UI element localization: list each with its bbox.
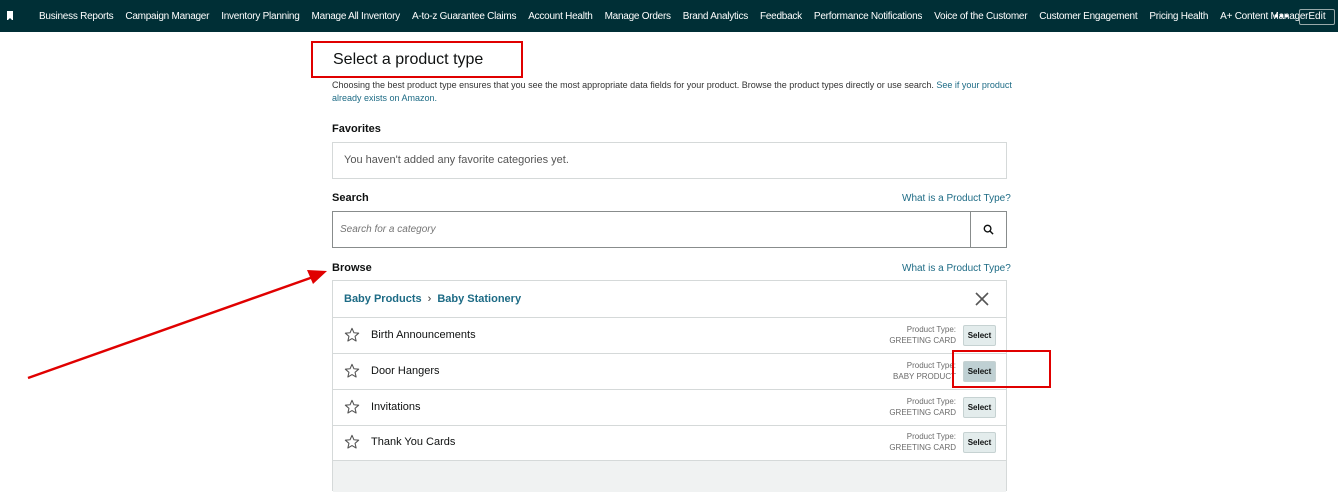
search-label: Search: [332, 192, 369, 204]
close-icon[interactable]: [974, 291, 990, 307]
product-type-info: Product Type: GREETING CARD: [889, 431, 956, 453]
nav-pricing-health[interactable]: Pricing Health: [1149, 11, 1208, 22]
select-button[interactable]: Select: [963, 432, 996, 453]
browse-footer-area: [333, 461, 1006, 492]
search-icon: [983, 224, 994, 235]
product-type-row: Door Hangers Product Type: BABY PRODUCT …: [333, 354, 1006, 390]
star-icon[interactable]: [344, 327, 360, 343]
product-type-label: Product Type:: [906, 432, 956, 441]
row-name: Birth Announcements: [371, 329, 476, 341]
page-description: Choosing the best product type ensures t…: [332, 79, 1012, 105]
bookmark-icon[interactable]: [7, 11, 13, 21]
product-type-row: Invitations Product Type: GREETING CARD …: [333, 390, 1006, 426]
row-name: Thank You Cards: [371, 436, 456, 448]
nav-performance-notifications[interactable]: Performance Notifications: [814, 11, 923, 22]
nav-customer-engagement[interactable]: Customer Engagement: [1039, 11, 1137, 22]
star-icon[interactable]: [344, 434, 360, 450]
select-button[interactable]: Select: [963, 397, 996, 418]
product-type-value: GREETING CARD: [889, 336, 956, 345]
description-text: Choosing the best product type ensures t…: [332, 80, 934, 90]
favorites-label: Favorites: [332, 123, 381, 135]
product-type-value: BABY PRODUCT: [893, 372, 956, 381]
search-field: [332, 211, 1007, 248]
browse-help-link[interactable]: What is a Product Type?: [902, 263, 1011, 274]
nav-campaign-manager[interactable]: Campaign Manager: [125, 11, 209, 22]
nav-manage-orders[interactable]: Manage Orders: [605, 11, 671, 22]
browse-panel: Baby Products › Baby Stationery Birth An…: [332, 280, 1007, 492]
nav-a-to-z-claims[interactable]: A-to-z Guarantee Claims: [412, 11, 517, 22]
nav-brand-analytics[interactable]: Brand Analytics: [683, 11, 748, 22]
annotation-highlight-box: [311, 41, 523, 78]
edit-button[interactable]: Edit: [1299, 9, 1335, 25]
breadcrumb-baby-stationery[interactable]: Baby Stationery: [437, 293, 521, 305]
nav-links: Business Reports Campaign Manager Invent…: [39, 0, 1320, 32]
product-type-row: Thank You Cards Product Type: GREETING C…: [333, 425, 1006, 461]
product-type-info: Product Type: GREETING CARD: [889, 396, 956, 418]
product-type-info: Product Type: BABY PRODUCT: [893, 360, 956, 382]
product-type-value: GREETING CARD: [889, 408, 956, 417]
top-nav-bar: Business Reports Campaign Manager Invent…: [0, 0, 1338, 32]
star-icon[interactable]: [344, 363, 360, 379]
nav-inventory-planning[interactable]: Inventory Planning: [221, 11, 300, 22]
nav-voice-of-customer[interactable]: Voice of the Customer: [934, 11, 1027, 22]
product-type-label: Product Type:: [906, 325, 956, 334]
more-icon[interactable]: •••: [1274, 9, 1290, 23]
search-help-link[interactable]: What is a Product Type?: [902, 193, 1011, 204]
product-type-row: Birth Announcements Product Type: GREETI…: [333, 318, 1006, 354]
annotation-highlight-box: [952, 350, 1051, 388]
nav-feedback[interactable]: Feedback: [760, 11, 802, 22]
favorites-empty-text: You haven't added any favorite categorie…: [344, 154, 569, 166]
star-icon[interactable]: [344, 399, 360, 415]
product-type-value: GREETING CARD: [889, 443, 956, 452]
product-type-label: Product Type:: [906, 361, 956, 370]
breadcrumb: Baby Products › Baby Stationery: [344, 293, 521, 305]
nav-manage-all-inventory[interactable]: Manage All Inventory: [312, 11, 401, 22]
favorites-box: You haven't added any favorite categorie…: [332, 142, 1007, 179]
row-name: Door Hangers: [371, 365, 440, 377]
nav-a-plus-content[interactable]: A+ Content Manager: [1220, 11, 1308, 22]
row-name: Invitations: [371, 401, 421, 413]
search-button[interactable]: [970, 212, 1006, 247]
nav-account-health[interactable]: Account Health: [528, 11, 593, 22]
breadcrumb-baby-products[interactable]: Baby Products: [344, 293, 422, 305]
search-input[interactable]: [333, 212, 971, 247]
nav-business-reports[interactable]: Business Reports: [39, 11, 114, 22]
product-type-info: Product Type: GREETING CARD: [889, 324, 956, 346]
product-type-label: Product Type:: [906, 397, 956, 406]
select-button[interactable]: Select: [963, 325, 996, 346]
chevron-right-icon: ›: [427, 293, 432, 305]
breadcrumb-row: Baby Products › Baby Stationery: [333, 281, 1006, 318]
browse-label: Browse: [332, 262, 372, 274]
